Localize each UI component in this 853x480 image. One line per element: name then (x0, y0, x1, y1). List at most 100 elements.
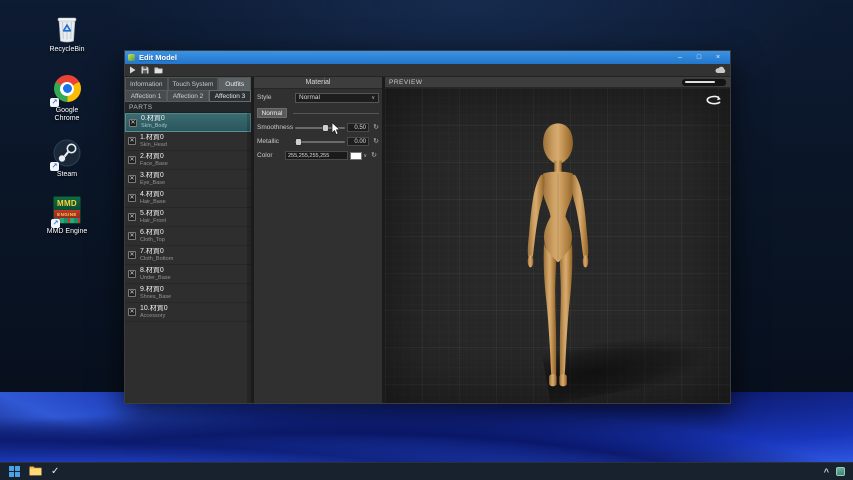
smoothness-value[interactable]: 0.50 (347, 123, 369, 132)
desktop-icon-chrome[interactable]: ↗ Google Chrome (35, 74, 99, 123)
style-dropdown-value: Normal (299, 94, 320, 101)
tab-outfits[interactable]: Outfits (218, 77, 251, 90)
reset-icon[interactable]: ↻ (369, 151, 379, 160)
normal-mode-button[interactable]: Normal (257, 108, 287, 118)
shortcut-arrow-icon: ↗ (50, 98, 59, 107)
shortcut-arrow-icon: ↗ (50, 162, 59, 171)
smoothness-slider-handle[interactable] (323, 125, 328, 131)
play-icon[interactable] (129, 66, 136, 74)
part-check-glyph: ✕ (129, 195, 134, 201)
part-list-item[interactable]: ✕ 5.材質0 Hair_Front (125, 208, 251, 227)
preview-header: PREVIEW (389, 79, 422, 86)
part-list-item[interactable]: ✕ 0.材質0 Skin_Body (125, 113, 251, 132)
part-checkbox[interactable]: ✕ (128, 137, 136, 145)
part-list-item[interactable]: ✕ 10.材質0 Accessory (125, 303, 251, 322)
tray-app-icon[interactable] (836, 467, 845, 476)
parts-header: PARTS (125, 102, 251, 113)
orbit-rotate-icon[interactable] (705, 95, 722, 109)
tray-chevron-up-icon[interactable]: ^ (824, 467, 829, 477)
mouse-cursor (331, 122, 341, 141)
close-button[interactable]: × (713, 52, 723, 63)
cloud-icon[interactable] (715, 66, 726, 74)
part-list-item[interactable]: ✕ 7.材質0 Cloth_Bottom (125, 246, 251, 265)
part-check-glyph: ✕ (129, 309, 134, 315)
part-check-glyph: ✕ (129, 176, 134, 182)
desktop-icon-recycle-bin[interactable]: RecycleBin (35, 14, 99, 54)
start-button[interactable] (9, 466, 20, 477)
part-subtitle: Cloth_Top (140, 237, 165, 243)
part-checkbox[interactable]: ✕ (128, 194, 136, 202)
titlebar[interactable]: Edit Model – □ × (125, 51, 730, 64)
material-panel: Material Style Normal ∨ Normal Smoothnes… (254, 77, 382, 403)
window-title: Edit Model (139, 53, 177, 62)
parts-list: ✕ 0.材質0 Skin_Body ✕ 1.材質0 Skin_Head ✕ 2.… (125, 113, 251, 403)
separator-line (293, 113, 379, 114)
metallic-label: Metallic (257, 138, 293, 145)
part-checkbox[interactable]: ✕ (128, 175, 136, 183)
taskbar: ✓ ^ (0, 462, 853, 480)
minimize-button[interactable]: – (675, 52, 685, 63)
maximize-button[interactable]: □ (694, 52, 704, 63)
open-folder-icon[interactable] (154, 66, 163, 74)
part-checkbox[interactable]: ✕ (128, 308, 136, 316)
color-value-input[interactable]: 255,255,255,255 (285, 151, 348, 160)
part-checkbox[interactable]: ✕ (128, 289, 136, 297)
running-app-icon[interactable]: ✓ (51, 466, 59, 478)
metallic-value[interactable]: 0.00 (347, 137, 369, 146)
mmd-icon-text-top: MMD (57, 199, 77, 208)
tab-affection-2[interactable]: Affection 2 (167, 90, 209, 102)
style-dropdown[interactable]: Normal ∨ (295, 93, 379, 103)
mannequin-model[interactable] (502, 114, 614, 390)
part-title: 1.材質0 (140, 134, 167, 142)
chevron-down-icon: ∨ (363, 153, 367, 159)
desktop-icon-mmd-engine[interactable]: MMD ENGINE ↗ MMD Engine (35, 196, 99, 236)
preview-zoom-slider[interactable] (682, 79, 726, 86)
part-checkbox[interactable]: ✕ (128, 213, 136, 221)
part-list-item[interactable]: ✕ 1.材質0 Skin_Head (125, 132, 251, 151)
part-list-item[interactable]: ✕ 3.材質0 Eye_Base (125, 170, 251, 189)
part-list-item[interactable]: ✕ 2.材質0 Face_Base (125, 151, 251, 170)
part-check-glyph: ✕ (129, 252, 134, 258)
desktop-icon-steam[interactable]: ↗ Steam (35, 138, 99, 179)
part-subtitle: Skin_Head (140, 142, 167, 148)
part-title: 5.材質0 (140, 210, 166, 218)
reset-icon[interactable]: ↻ (371, 137, 381, 146)
part-subtitle: Hair_Front (140, 218, 166, 224)
save-icon[interactable] (141, 66, 149, 74)
preview-viewport[interactable] (385, 88, 730, 403)
reset-icon[interactable]: ↻ (371, 123, 381, 132)
part-checkbox[interactable]: ✕ (128, 251, 136, 259)
part-title: 0.材質0 (141, 115, 167, 123)
part-title: 6.材質0 (140, 229, 165, 237)
part-subtitle: Cloth_Bottom (140, 256, 173, 262)
preview-panel: PREVIEW (385, 77, 730, 403)
parts-panel: Information Touch System Outfits Affecti… (125, 77, 251, 403)
tab-information[interactable]: Information (125, 77, 168, 90)
toolbar (125, 64, 730, 77)
part-title: 9.材質0 (140, 286, 171, 294)
part-checkbox[interactable]: ✕ (129, 119, 137, 127)
part-title: 3.材質0 (140, 172, 165, 180)
part-check-glyph: ✕ (129, 271, 134, 277)
part-checkbox[interactable]: ✕ (128, 270, 136, 278)
smoothness-label: Smoothness (257, 124, 293, 131)
part-checkbox[interactable]: ✕ (128, 232, 136, 240)
part-checkbox[interactable]: ✕ (128, 156, 136, 164)
shortcut-arrow-icon: ↗ (51, 219, 60, 228)
tab-affection-3[interactable]: Affection 3 (209, 90, 251, 102)
steam-icon: ↗ (52, 139, 82, 169)
part-title: 2.材質0 (140, 153, 168, 161)
part-title: 8.材質0 (140, 267, 171, 275)
metallic-slider-handle[interactable] (296, 139, 301, 145)
part-list-item[interactable]: ✕ 9.材質0 Shoes_Base (125, 284, 251, 303)
tab-touch-system[interactable]: Touch System (168, 77, 219, 90)
part-subtitle: Skin_Body (141, 123, 167, 129)
part-list-item[interactable]: ✕ 4.材質0 Hair_Base (125, 189, 251, 208)
tab-affection-1[interactable]: Affection 1 (125, 90, 167, 102)
part-subtitle: Hair_Base (140, 199, 166, 205)
part-title: 7.材質0 (140, 248, 173, 256)
part-list-item[interactable]: ✕ 6.材質0 Cloth_Top (125, 227, 251, 246)
part-list-item[interactable]: ✕ 8.材質0 Under_Base (125, 265, 251, 284)
color-swatch[interactable] (350, 152, 362, 160)
file-explorer-icon[interactable] (29, 463, 42, 480)
